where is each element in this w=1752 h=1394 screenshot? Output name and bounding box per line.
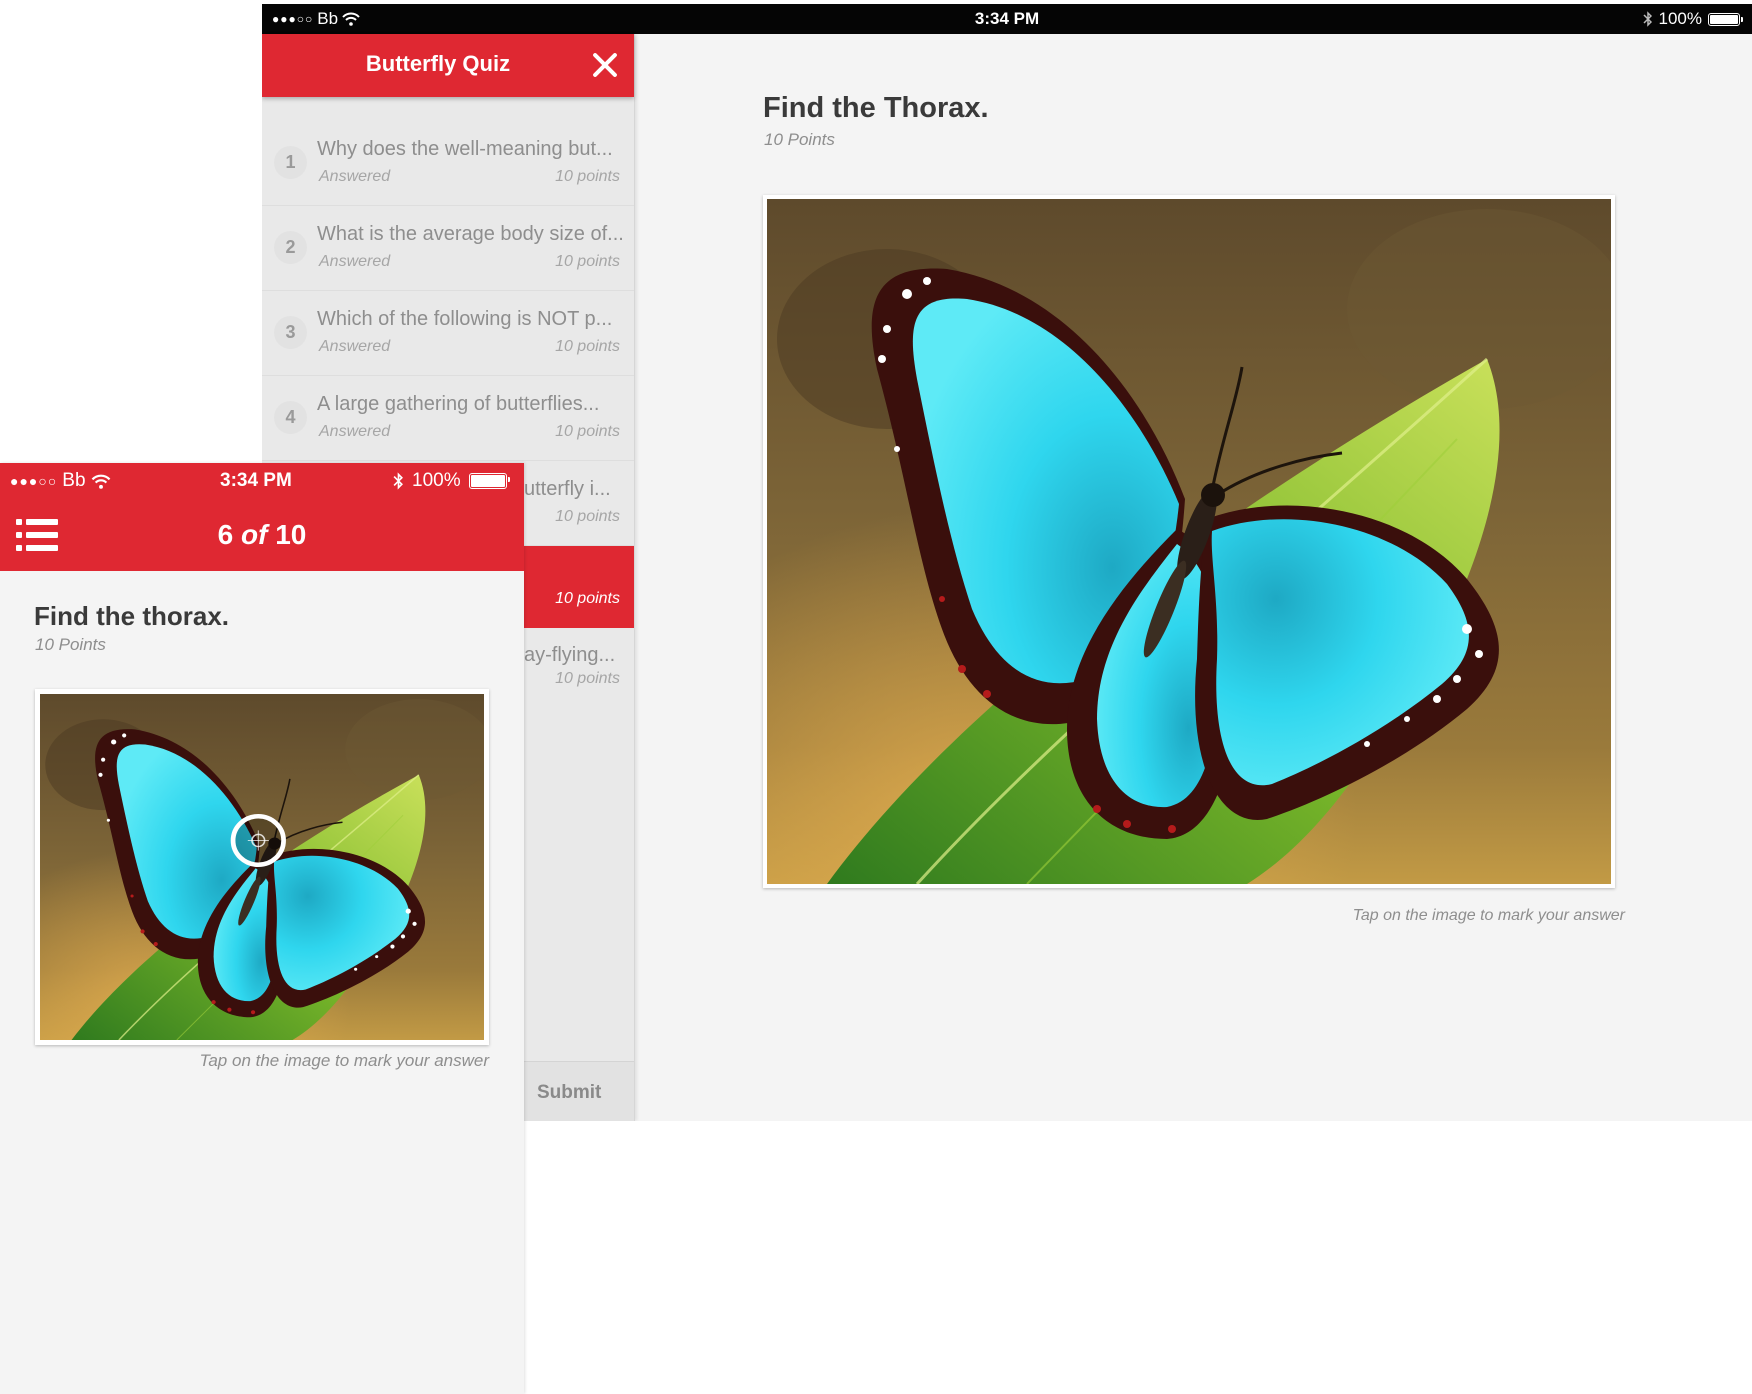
question-points: 10 points xyxy=(555,168,620,185)
status-left: ●●●○○ Bb xyxy=(10,470,111,492)
question-number: 2 xyxy=(274,231,307,264)
question-points: 10 points xyxy=(555,338,620,355)
status-right: 100% xyxy=(1642,9,1743,29)
question-points-label: 10 Points xyxy=(35,635,106,654)
sidebar-header: Butterfly Quiz xyxy=(262,34,634,97)
question-heading: Find the thorax. xyxy=(34,601,229,631)
close-icon[interactable] xyxy=(588,48,622,82)
counter-current: 6 xyxy=(217,519,234,550)
butterfly-image[interactable] xyxy=(40,694,484,1040)
counter-total: 10 xyxy=(275,519,307,550)
question-points: 10 points xyxy=(555,508,620,525)
question-points: 10 points xyxy=(555,670,620,687)
question-points: 10 points xyxy=(555,253,620,270)
quiz-title: Butterfly Quiz xyxy=(365,51,511,76)
battery-percent: 100% xyxy=(1658,9,1702,28)
counter-of: of xyxy=(240,519,268,550)
butterfly-image[interactable] xyxy=(767,199,1611,884)
question-status: Answered xyxy=(319,423,391,440)
question-number: 3 xyxy=(274,316,307,349)
question-title: ay-flying... xyxy=(524,644,616,666)
question-title: A large gathering of butterflies... xyxy=(317,393,600,415)
question-points-label: 10 Points xyxy=(764,130,835,149)
submit-button[interactable]: Submit xyxy=(537,1082,601,1104)
tablet-status-bar: ●●●○○ Bb 3:34 PM 100% xyxy=(262,4,1752,34)
question-status: Answered xyxy=(319,253,391,270)
phone-header: ●●●○○ Bb 3:34 PM 100% 6 of 10 xyxy=(0,463,524,571)
phone-screen: ●●●○○ Bb 3:34 PM 100% 6 of 10 Find the t… xyxy=(0,463,524,1394)
question-panel: Find the Thorax. 10 Points Tap on the im… xyxy=(635,34,1752,1121)
question-points: 10 points xyxy=(555,423,620,440)
bluetooth-icon xyxy=(1642,11,1652,27)
battery-icon xyxy=(468,473,510,489)
question-list-item[interactable]: 3 Which of the following is NOT p... Ans… xyxy=(262,290,634,376)
question-title: Why does the well-meaning but... xyxy=(317,138,613,160)
target-marker-icon[interactable] xyxy=(230,813,286,867)
battery-percent: 100% xyxy=(412,470,461,491)
question-title: What is the average body size of... xyxy=(317,223,624,245)
wifi-icon xyxy=(91,474,110,489)
question-title: utterfly i... xyxy=(524,478,611,500)
question-status: Answered xyxy=(319,168,391,185)
question-number: 4 xyxy=(274,401,307,434)
signal-icon: ●●●○○ xyxy=(10,473,58,489)
phone-status-bar: ●●●○○ Bb 3:34 PM 100% xyxy=(0,463,524,497)
bluetooth-icon xyxy=(393,472,403,490)
question-points: 10 points xyxy=(555,590,620,607)
question-number: 1 xyxy=(274,146,307,179)
question-counter: 6 of 10 xyxy=(0,519,524,551)
question-title: Which of the following is NOT p... xyxy=(317,308,613,330)
hotspot-image-frame[interactable] xyxy=(35,689,489,1045)
question-list-item[interactable]: 2 What is the average body size of... An… xyxy=(262,205,634,291)
battery-icon xyxy=(1708,12,1743,26)
question-list-item[interactable]: 1 Why does the well-meaning but... Answe… xyxy=(262,120,634,206)
instruction-hint: Tap on the image to mark your answer xyxy=(199,1051,489,1070)
status-time: 3:34 PM xyxy=(974,9,1040,28)
carrier-label: Bb xyxy=(62,470,86,491)
status-right: 100% xyxy=(393,470,510,492)
question-list-item[interactable]: 4 A large gathering of butterflies... An… xyxy=(262,375,634,461)
question-heading: Find the Thorax. xyxy=(763,92,989,124)
hotspot-image-frame[interactable] xyxy=(763,195,1615,888)
question-status: Answered xyxy=(319,338,391,355)
status-time: 3:34 PM xyxy=(220,470,292,491)
instruction-hint: Tap on the image to mark your answer xyxy=(1352,907,1625,924)
